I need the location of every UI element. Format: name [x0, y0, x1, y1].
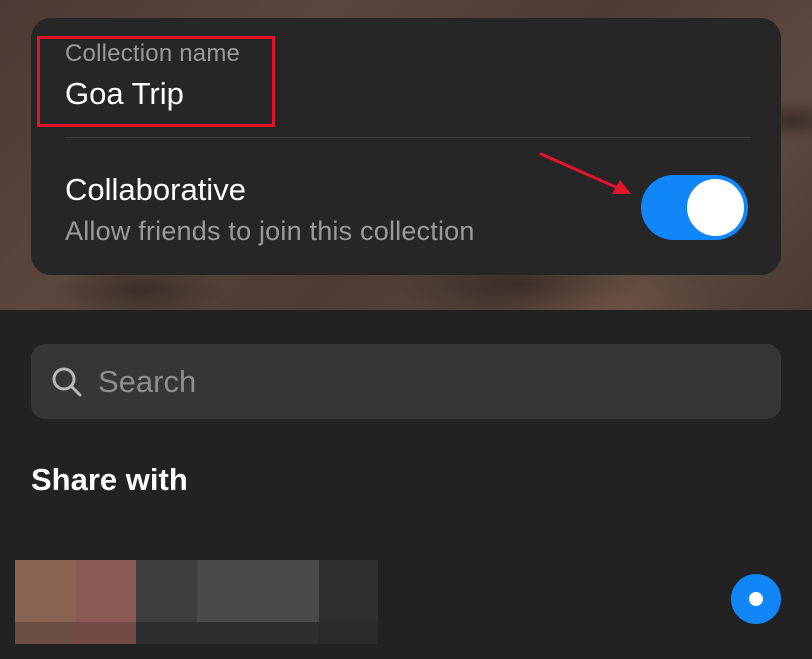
search-bar[interactable]: Search [31, 344, 781, 419]
annotation-highlight-box [37, 36, 275, 127]
contact-select-radio[interactable] [731, 574, 781, 624]
collaborative-row: Collaborative Allow friends to join this… [65, 172, 475, 247]
collaborative-subtitle: Allow friends to join this collection [65, 216, 475, 246]
collaborative-toggle[interactable] [641, 175, 748, 240]
collaborative-title: Collaborative [65, 172, 246, 207]
toggle-knob [687, 179, 744, 236]
annotation-arrow-icon [539, 152, 631, 194]
avatar [15, 560, 378, 644]
divider [65, 137, 751, 138]
search-icon [52, 367, 82, 397]
radio-dot [749, 592, 763, 606]
share-with-heading: Share with [31, 462, 188, 497]
search-input[interactable]: Search [98, 364, 196, 400]
